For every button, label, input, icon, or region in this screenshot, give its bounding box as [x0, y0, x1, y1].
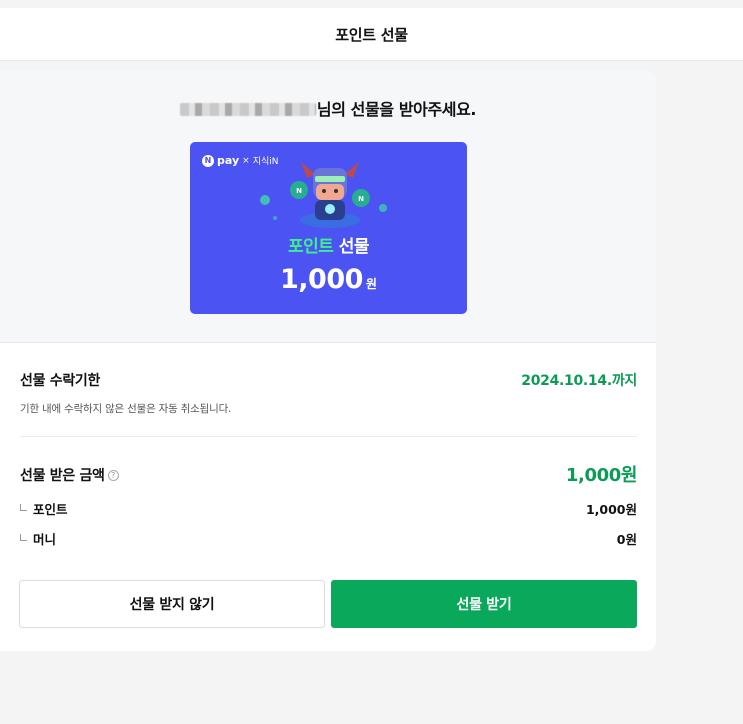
gift-card-image: N pay × 지식iN N N 포인트 선물 1,000 원 [190, 142, 467, 314]
gift-card-currency: 원 [365, 277, 377, 291]
gift-preview-area: 님의 선물을 받아주세요. N pay × 지식iN N N 포인트 선물 1,… [0, 70, 656, 343]
sender-message-text: 님의 선물을 받아주세요. [316, 100, 477, 119]
amount-row-point-label-text: 포인트 [33, 502, 68, 517]
mascot-illustration: N N [260, 162, 387, 228]
npay-logo-icon: N [202, 154, 214, 167]
gift-panel: 님의 선물을 받아주세요. N pay × 지식iN N N 포인트 선물 1,… [0, 70, 656, 651]
amount-row-point: 포인트 1,000원 [20, 499, 637, 517]
page-title: 포인트 선물 [335, 25, 408, 44]
deadline-date: 2024.10.14.까지 [521, 373, 637, 389]
indent-corner-icon [20, 503, 27, 511]
received-amount-label: 선물 받은 금액 ? [20, 465, 119, 485]
deadline-label: 선물 수락기한 [20, 373, 101, 389]
accept-gift-button[interactable]: 선물 받기 [331, 580, 637, 628]
indent-corner-icon [20, 533, 27, 541]
deadline-note: 기한 내에 수락하지 않은 선물은 자동 취소됩니다. [20, 403, 232, 415]
received-amount-total: 1,000원 [565, 465, 638, 486]
amount-row-money-label: 머니 [20, 529, 56, 548]
section-divider [20, 436, 637, 437]
svg-text:N: N [358, 195, 364, 203]
gift-card-title: 포인트 선물 [190, 232, 467, 257]
amount-row-money: 머니 0원 [20, 529, 637, 547]
gift-card-title-accent: 포인트 [287, 237, 334, 257]
received-amount-label-text: 선물 받은 금액 [20, 468, 105, 484]
svg-text:N: N [296, 187, 302, 195]
gift-card-amount-value: 1,000 [280, 264, 363, 295]
amount-row-money-label-text: 머니 [33, 532, 57, 547]
sender-message: 님의 선물을 받아주세요. [0, 96, 656, 120]
help-icon[interactable]: ? [107, 469, 119, 481]
gift-card-amount: 1,000 원 [190, 264, 467, 295]
amount-row-money-value: 0원 [616, 532, 637, 547]
header-bar: 포인트 선물 [0, 0, 743, 61]
amount-row-point-label: 포인트 [20, 499, 68, 518]
brand-times: × [242, 155, 250, 166]
decline-gift-button[interactable]: 선물 받지 않기 [19, 580, 325, 628]
gift-card-title-rest: 선물 [333, 237, 370, 257]
npay-brand-text: pay [217, 154, 240, 167]
amount-row-point-value: 1,000원 [585, 502, 637, 517]
sender-name-redacted [179, 103, 316, 116]
